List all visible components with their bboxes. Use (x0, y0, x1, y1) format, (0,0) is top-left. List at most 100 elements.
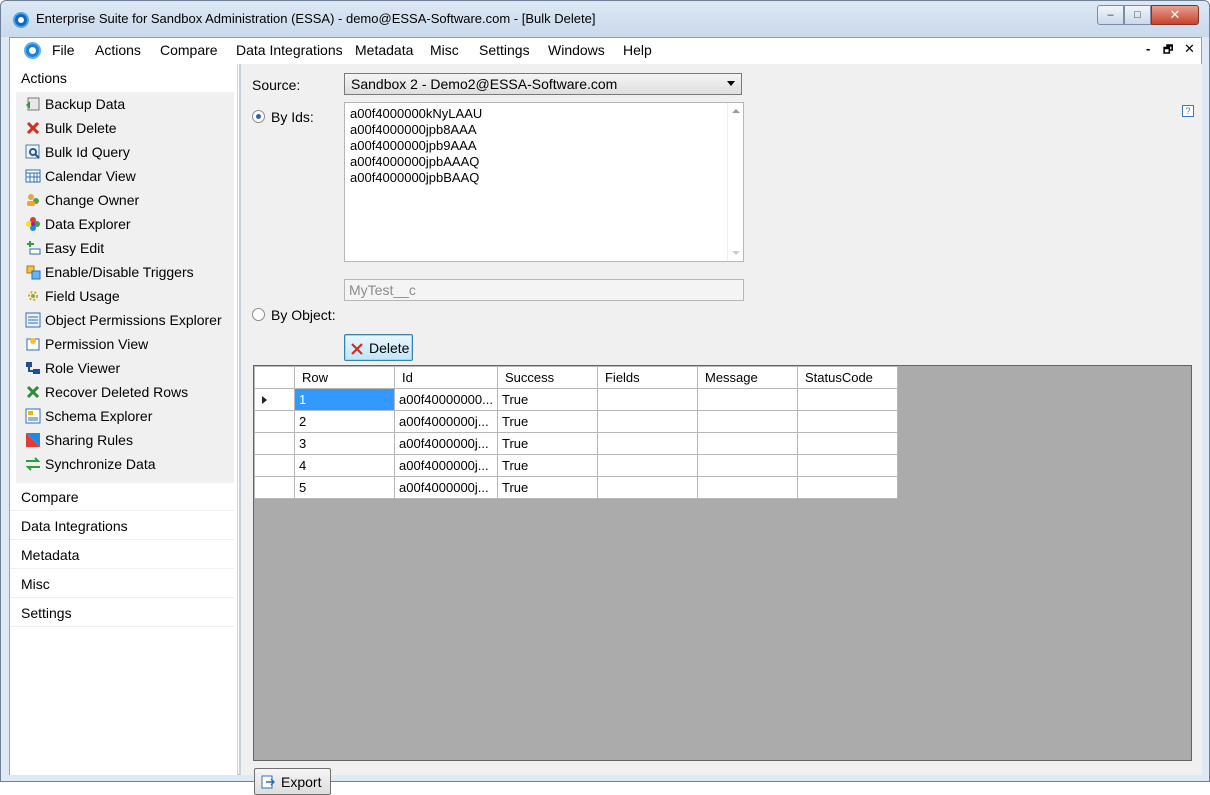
row-selector[interactable] (254, 432, 295, 455)
menu-metadata[interactable]: Metadata (355, 42, 413, 58)
cell-success[interactable]: True (496, 476, 598, 499)
sidebar-item-data-explorer[interactable]: Data Explorer (16, 212, 234, 236)
minimize-button[interactable]: – (1097, 5, 1124, 25)
cell-fields[interactable] (596, 454, 698, 477)
row-selector[interactable] (254, 454, 295, 477)
column-header-fields[interactable]: Fields (596, 366, 698, 389)
users-icon (25, 192, 41, 208)
cell-success[interactable]: True (496, 432, 598, 455)
results-grid[interactable]: Row Id Success Fields Message StatusCode… (253, 365, 1192, 761)
textarea-scrollbar[interactable] (727, 103, 743, 261)
cell-row[interactable]: 1 (294, 388, 395, 411)
column-header-statuscode[interactable]: StatusCode (796, 366, 898, 389)
sidebar-group-settings[interactable]: Settings (10, 599, 234, 627)
table-row[interactable]: 2 a00f4000000j... True (254, 410, 898, 433)
row-selector[interactable] (254, 388, 295, 411)
by-object-radio[interactable] (252, 308, 265, 321)
mdi-restore-button[interactable]: 🗗 (1163, 41, 1173, 60)
sidebar-item-bulk-id-query[interactable]: Bulk Id Query (16, 140, 234, 164)
cell-statuscode[interactable] (796, 410, 898, 433)
cell-message[interactable] (696, 410, 798, 433)
menu-settings[interactable]: Settings (479, 42, 530, 58)
sidebar-group-metadata[interactable]: Metadata (10, 541, 234, 569)
sidebar-item-schema-explorer[interactable]: Schema Explorer (16, 404, 234, 428)
sidebar-item-recover-deleted-rows[interactable]: Recover Deleted Rows (16, 380, 234, 404)
cell-row[interactable]: 3 (294, 432, 395, 455)
table-row[interactable]: 3 a00f4000000j... True (254, 432, 898, 455)
sidebar-item-permission-view[interactable]: Permission View (16, 332, 234, 356)
cell-statuscode[interactable] (796, 476, 898, 499)
cell-row[interactable]: 4 (294, 454, 395, 477)
column-header-row[interactable]: Row (294, 366, 395, 389)
table-row[interactable]: 1 a00f40000000... True (254, 388, 898, 411)
sidebar-item-bulk-delete[interactable]: Bulk Delete (16, 116, 234, 140)
source-select[interactable]: Sandbox 2 - Demo2@ESSA-Software.com (344, 73, 742, 95)
help-icon[interactable]: ? (1182, 105, 1194, 117)
cell-statuscode[interactable] (796, 432, 898, 455)
menu-help[interactable]: Help (623, 42, 652, 58)
cell-fields[interactable] (596, 410, 698, 433)
by-object-label: By Object: (271, 307, 336, 323)
by-ids-radio[interactable] (252, 110, 265, 123)
cell-fields[interactable] (596, 388, 698, 411)
sidebar-group-compare[interactable]: Compare (10, 483, 234, 511)
cell-message[interactable] (696, 388, 798, 411)
sidebar: Actions Backup Data Bulk Delete Bulk Id … (10, 64, 238, 775)
cell-statuscode[interactable] (796, 388, 898, 411)
cell-id[interactable]: a00f4000000j... (394, 432, 498, 455)
id-line: a00f4000000kNyLAAU (350, 106, 483, 121)
ids-textarea[interactable]: a00f4000000kNyLAAU a00f4000000jpb8AAA a0… (344, 102, 744, 262)
cell-id[interactable]: a00f4000000j... (394, 476, 498, 499)
cell-fields[interactable] (596, 476, 698, 499)
sidebar-group-misc[interactable]: Misc (10, 570, 234, 598)
sidebar-item-sharing-rules[interactable]: Sharing Rules (16, 428, 234, 452)
sidebar-item-calendar-view[interactable]: Calendar View (16, 164, 234, 188)
cell-id[interactable]: a00f40000000... (394, 388, 498, 411)
menu-misc[interactable]: Misc (430, 42, 459, 58)
menu-windows[interactable]: Windows (548, 42, 605, 58)
cell-message[interactable] (696, 454, 798, 477)
sidebar-item-role-viewer[interactable]: Role Viewer (16, 356, 234, 380)
sidebar-item-label: Enable/Disable Triggers (45, 264, 194, 280)
cell-success[interactable]: True (496, 388, 598, 411)
maximize-button[interactable]: □ (1124, 5, 1151, 25)
sidebar-item-object-permissions-explorer[interactable]: Object Permissions Explorer (16, 308, 234, 332)
sidebar-item-backup-data[interactable]: Backup Data (16, 92, 234, 116)
menu-compare[interactable]: Compare (160, 42, 218, 58)
menu-file[interactable]: File (52, 42, 75, 58)
cell-statuscode[interactable] (796, 454, 898, 477)
sidebar-item-synchronize-data[interactable]: Synchronize Data (16, 452, 234, 476)
object-name-input[interactable]: MyTest__c (344, 279, 744, 301)
menu-actions[interactable]: Actions (95, 42, 141, 58)
menu-data-integrations[interactable]: Data Integrations (236, 42, 343, 58)
close-button[interactable]: ✕ (1151, 5, 1199, 25)
sidebar-item-enable-disable-triggers[interactable]: Enable/Disable Triggers (16, 260, 234, 284)
cell-success[interactable]: True (496, 454, 598, 477)
mdi-close-button[interactable]: ✕ (1184, 41, 1195, 57)
cell-message[interactable] (696, 432, 798, 455)
mdi-minimize-button[interactable]: - (1146, 41, 1150, 56)
cell-fields[interactable] (596, 432, 698, 455)
by-ids-label: By Ids: (271, 109, 314, 125)
sidebar-item-change-owner[interactable]: Change Owner (16, 188, 234, 212)
sidebar-item-easy-edit[interactable]: Easy Edit (16, 236, 234, 260)
cell-id[interactable]: a00f4000000j... (394, 410, 498, 433)
sidebar-item-field-usage[interactable]: Field Usage (16, 284, 234, 308)
column-header-id[interactable]: Id (394, 366, 498, 389)
table-row[interactable]: 5 a00f4000000j... True (254, 476, 898, 499)
cell-row[interactable]: 5 (294, 476, 395, 499)
table-row[interactable]: 4 a00f4000000j... True (254, 454, 898, 477)
row-selector[interactable] (254, 476, 295, 499)
cell-message[interactable] (696, 476, 798, 499)
cell-id[interactable]: a00f4000000j... (394, 454, 498, 477)
row-selector[interactable] (254, 410, 295, 433)
cell-row[interactable]: 2 (294, 410, 395, 433)
app-menu-icon[interactable] (24, 42, 41, 59)
sidebar-group-actions[interactable]: Actions (10, 64, 234, 92)
sidebar-group-data-integrations[interactable]: Data Integrations (10, 512, 234, 540)
sidebar-item-label: Backup Data (45, 96, 126, 112)
column-header-success[interactable]: Success (496, 366, 598, 389)
cell-success[interactable]: True (496, 410, 598, 433)
delete-button[interactable]: Delete (344, 334, 413, 361)
column-header-message[interactable]: Message (696, 366, 798, 389)
